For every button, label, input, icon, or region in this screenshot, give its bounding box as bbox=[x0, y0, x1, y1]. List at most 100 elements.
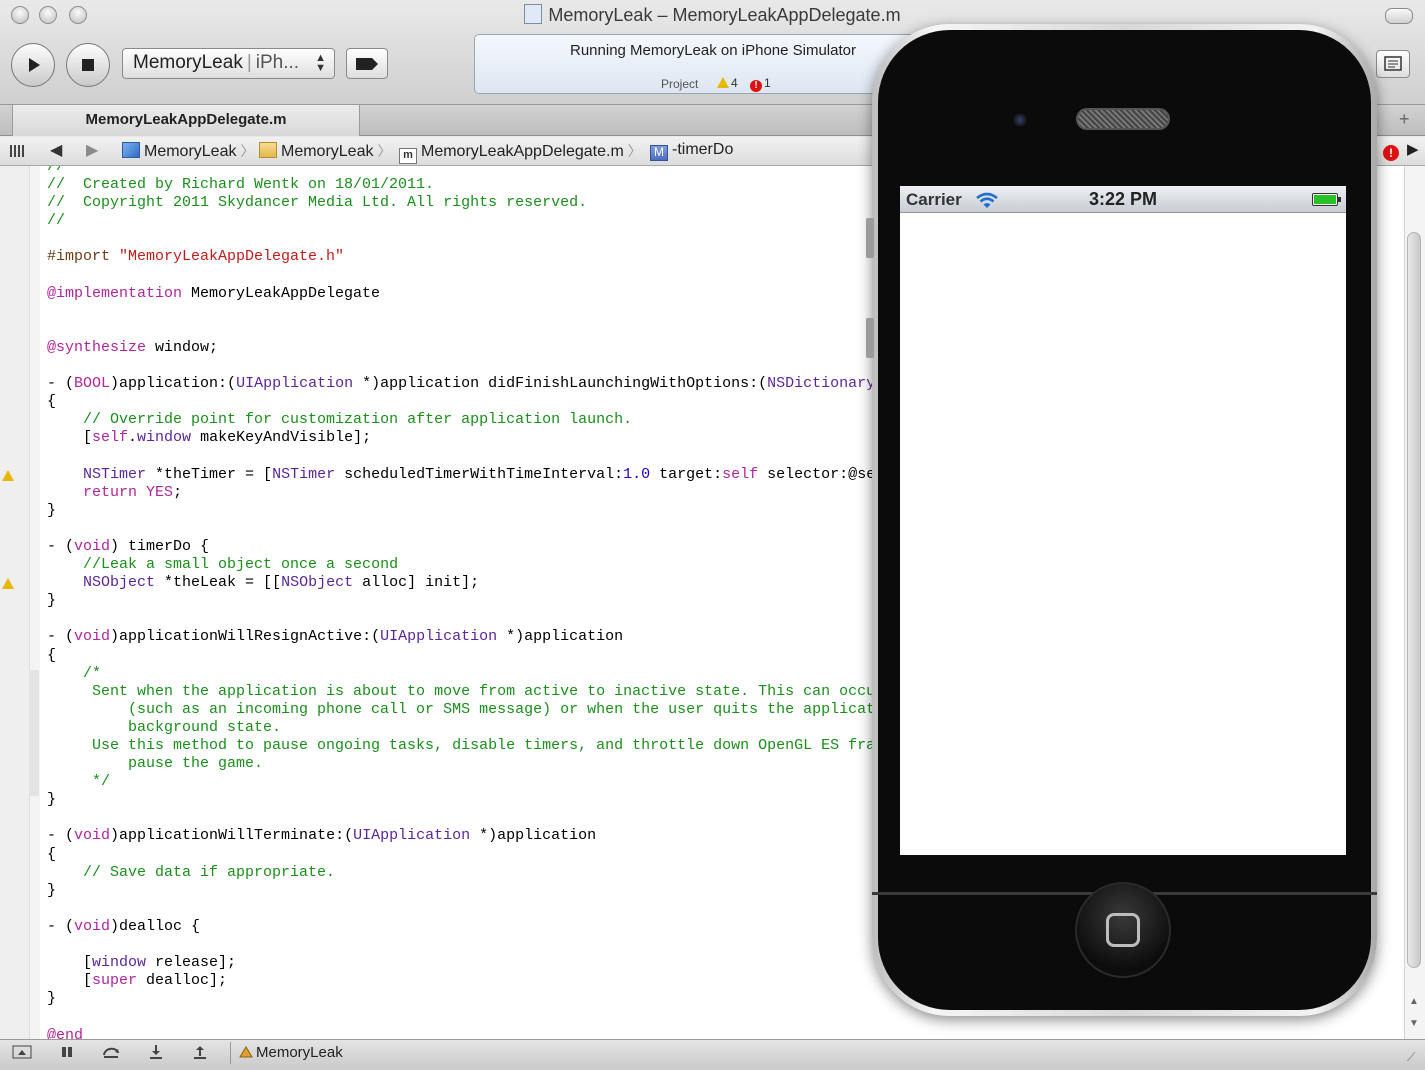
code-token: { bbox=[47, 646, 57, 664]
simulator-screen[interactable] bbox=[900, 186, 1346, 855]
method-icon: M bbox=[650, 145, 668, 161]
code-token: UIApplication bbox=[353, 827, 471, 845]
code-token: { bbox=[47, 393, 57, 411]
code-token: @implementation bbox=[47, 284, 183, 302]
gutter-warning-icon[interactable] bbox=[2, 469, 14, 481]
volume-up-button[interactable] bbox=[866, 218, 874, 258]
code-token: - ( bbox=[47, 628, 75, 646]
code-token: void bbox=[74, 827, 111, 845]
error-count: 1 bbox=[764, 76, 771, 90]
breadcrumb-project[interactable]: MemoryLeak 〉 bbox=[122, 141, 258, 161]
stop-icon bbox=[82, 59, 94, 71]
debug-bar bbox=[0, 1039, 1425, 1070]
project-icon bbox=[122, 142, 140, 158]
step-over-icon bbox=[103, 1047, 119, 1058]
run-button[interactable] bbox=[11, 43, 55, 87]
folder-icon bbox=[259, 142, 277, 158]
breadcrumb-project-label: MemoryLeak bbox=[144, 143, 237, 160]
tab-memoryleakappdelegate[interactable]: MemoryLeakAppDelegate.m bbox=[12, 105, 360, 136]
code-line[interactable]: @end bbox=[47, 1027, 1289, 1040]
breadcrumb-file[interactable]: m MemoryLeakAppDelegate.m 〉 bbox=[399, 141, 646, 164]
pause-icon bbox=[62, 1047, 72, 1057]
editor-scrollbar-thumb[interactable] bbox=[1407, 232, 1421, 968]
code-token: // Created by Richard Wentk on 18/01/201… bbox=[47, 176, 435, 194]
code-token: ; bbox=[173, 483, 183, 501]
warning-count-badge[interactable]: 4 bbox=[717, 76, 738, 90]
scroll-up-arrow-icon[interactable]: ▲ bbox=[1409, 996, 1419, 1007]
code-token: */ bbox=[47, 773, 111, 791]
code-token: MemoryLeakAppDelegate bbox=[182, 284, 381, 302]
add-tab-button[interactable]: + bbox=[1399, 109, 1410, 130]
error-count-badge[interactable]: ! 1 bbox=[750, 76, 771, 92]
editor-gutter[interactable] bbox=[0, 166, 29, 1039]
scroll-down-arrow-icon[interactable]: ▼ bbox=[1409, 1018, 1419, 1029]
toolbar-toggle-button[interactable] bbox=[1385, 8, 1413, 24]
earpiece-speaker bbox=[1076, 108, 1170, 130]
resize-grip-icon[interactable]: ⟋ bbox=[1407, 1050, 1415, 1065]
related-files-icon[interactable] bbox=[10, 145, 26, 157]
code-token: window; bbox=[146, 338, 219, 356]
go-forward-button[interactable]: ▶ bbox=[86, 140, 98, 160]
breakpoint-icon bbox=[356, 57, 378, 70]
wifi-icon bbox=[975, 191, 999, 214]
code-token: - ( bbox=[47, 375, 75, 393]
thread-selector[interactable]: MemoryLeak bbox=[238, 1044, 343, 1061]
code-token: #import bbox=[47, 248, 120, 266]
warning-icon bbox=[717, 77, 729, 88]
code-folding-ribbon[interactable] bbox=[29, 166, 40, 1039]
step-out-icon bbox=[194, 1046, 206, 1059]
step-into-button[interactable] bbox=[148, 1044, 164, 1064]
code-token: void bbox=[74, 628, 111, 646]
code-token: super bbox=[92, 972, 138, 990]
code-token: scheduledTimerWithTimeInterval: bbox=[335, 465, 624, 483]
breakpoints-button[interactable] bbox=[346, 48, 388, 79]
front-camera-icon bbox=[1013, 113, 1027, 127]
window-title: MemoryLeak – MemoryLeakAppDelegate.m bbox=[0, 4, 1425, 26]
m-file-icon: m bbox=[399, 148, 417, 164]
code-token: // Override point for customization afte… bbox=[83, 411, 633, 429]
warning-count: 4 bbox=[731, 76, 738, 90]
updown-arrows-icon: ▲ ▼ bbox=[315, 52, 326, 74]
code-token: /* bbox=[83, 664, 102, 682]
code-token: . bbox=[128, 429, 138, 447]
code-token: BOOL bbox=[74, 375, 111, 393]
code-token: background state. bbox=[47, 718, 282, 736]
step-into-icon bbox=[150, 1045, 162, 1059]
code-token: [ bbox=[47, 972, 93, 990]
error-icon: ! bbox=[1383, 145, 1399, 161]
window-title-text: MemoryLeak – MemoryLeakAppDelegate.m bbox=[548, 5, 901, 25]
issue-navigator-button[interactable]: ! bbox=[1383, 143, 1401, 161]
debug-area-icon bbox=[12, 1045, 32, 1059]
step-out-button[interactable] bbox=[192, 1044, 208, 1064]
stop-button[interactable] bbox=[66, 43, 110, 87]
code-token: // bbox=[47, 166, 66, 175]
scheme-popup[interactable]: MemoryLeak | iPh... ▲ ▼ bbox=[122, 48, 335, 79]
editor-view-button[interactable] bbox=[1376, 50, 1410, 78]
activity-project-label: Project bbox=[661, 77, 699, 91]
next-issue-button[interactable]: ▶ bbox=[1407, 140, 1419, 158]
code-token: makeKeyAndVisible]; bbox=[191, 429, 372, 447]
code-token: release]; bbox=[146, 954, 237, 972]
hide-debug-area-button[interactable] bbox=[12, 1044, 32, 1064]
code-token: *)application bbox=[497, 628, 624, 646]
pause-button[interactable] bbox=[59, 1044, 75, 1064]
code-token: [ bbox=[47, 429, 93, 447]
volume-down-button[interactable] bbox=[866, 318, 874, 358]
battery-tip bbox=[1338, 197, 1341, 202]
step-over-button[interactable] bbox=[101, 1044, 121, 1064]
code-token: NSDictionary bbox=[767, 375, 876, 393]
breadcrumb-group[interactable]: MemoryLeak 〉 bbox=[259, 141, 395, 161]
code-token: NSObject bbox=[83, 574, 156, 592]
gutter-warning-icon[interactable] bbox=[2, 578, 14, 590]
go-back-button[interactable]: ◀ bbox=[50, 140, 62, 160]
code-token: - ( bbox=[47, 917, 75, 935]
code-token: ) timerDo { bbox=[110, 537, 210, 555]
code-token: @end bbox=[47, 1026, 84, 1040]
code-token: self bbox=[92, 429, 129, 447]
breadcrumb-method[interactable]: M -timerDo bbox=[650, 141, 733, 161]
code-token: - ( bbox=[47, 827, 75, 845]
code-token: void bbox=[74, 917, 111, 935]
code-token: *)application didFinishLaunchingWithOpti… bbox=[353, 375, 768, 393]
code-token: void bbox=[74, 537, 111, 555]
